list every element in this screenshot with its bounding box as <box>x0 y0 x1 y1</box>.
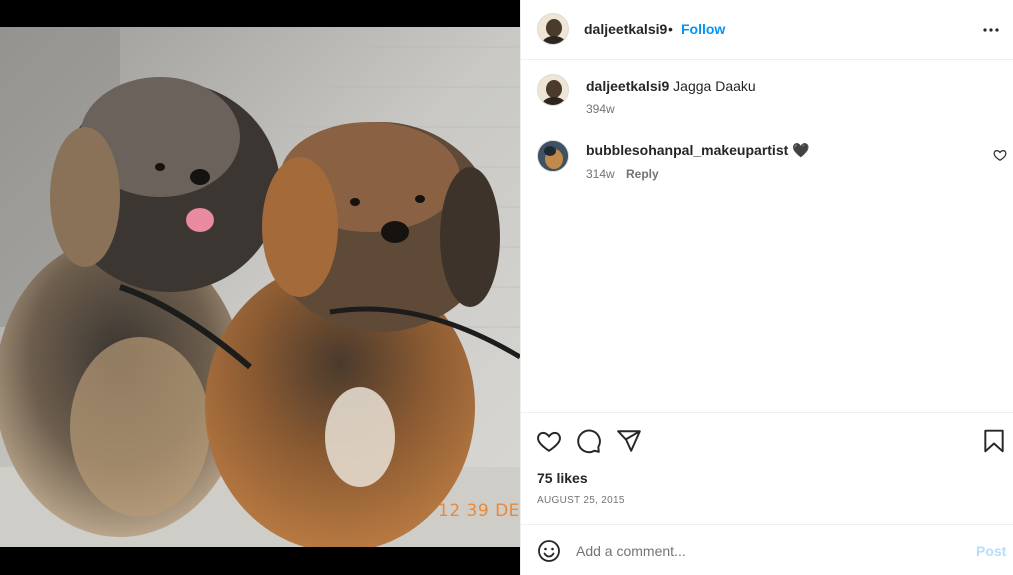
emoji-icon[interactable] <box>537 539 561 563</box>
comment-heart-icon[interactable] <box>993 148 1007 162</box>
post-actions: 75 likes AUGUST 25, 2015 <box>521 412 1013 524</box>
post-media-pane: 12 39 DEC <box>0 0 520 575</box>
post-header: daljeetkalsi9 • Follow <box>521 0 1013 60</box>
more-options-icon[interactable] <box>979 18 1003 42</box>
header-separator: • <box>668 21 673 37</box>
comment-item: bubblesohanpal_makeupartist 🖤 314w Reply <box>521 124 1013 184</box>
comment-line: bubblesohanpal_makeupartist 🖤 <box>586 142 810 159</box>
comment-icon[interactable] <box>576 428 602 454</box>
follow-button[interactable]: Follow <box>681 21 725 37</box>
bookmark-icon[interactable] <box>981 428 1007 454</box>
commenter-avatar[interactable] <box>537 140 569 172</box>
comment-composer: Post <box>521 524 1013 575</box>
reply-button[interactable]: Reply <box>626 167 659 181</box>
likes-count[interactable]: 75 likes <box>537 470 588 486</box>
caption-username[interactable]: daljeetkalsi9 <box>586 78 669 94</box>
caption-timestamp[interactable]: 394w <box>586 102 615 116</box>
commenter-username[interactable]: bubblesohanpal_makeupartist <box>586 142 788 158</box>
comment-input[interactable] <box>576 537 956 565</box>
post-date[interactable]: AUGUST 25, 2015 <box>537 495 625 506</box>
dogs-image <box>0 27 520 547</box>
comment-timestamp[interactable]: 314w <box>586 167 615 181</box>
photo-date-stamp: 12 39 DEC <box>438 501 520 521</box>
author-username[interactable]: daljeetkalsi9 <box>584 21 667 37</box>
share-icon[interactable] <box>616 428 642 454</box>
comment-text: 🖤 <box>792 142 810 158</box>
post-photo[interactable]: 12 39 DEC <box>0 27 520 547</box>
caption-avatar[interactable] <box>537 74 569 106</box>
caption-text: Jagga Daaku <box>673 78 756 94</box>
caption-line: daljeetkalsi9 Jagga Daaku <box>586 78 756 94</box>
author-avatar[interactable] <box>537 13 569 45</box>
post-details-panel: daljeetkalsi9 • Follow daljeetkalsi9 Jag… <box>520 0 1013 575</box>
post-comment-button[interactable]: Post <box>976 543 1006 559</box>
heart-icon[interactable] <box>536 428 562 454</box>
